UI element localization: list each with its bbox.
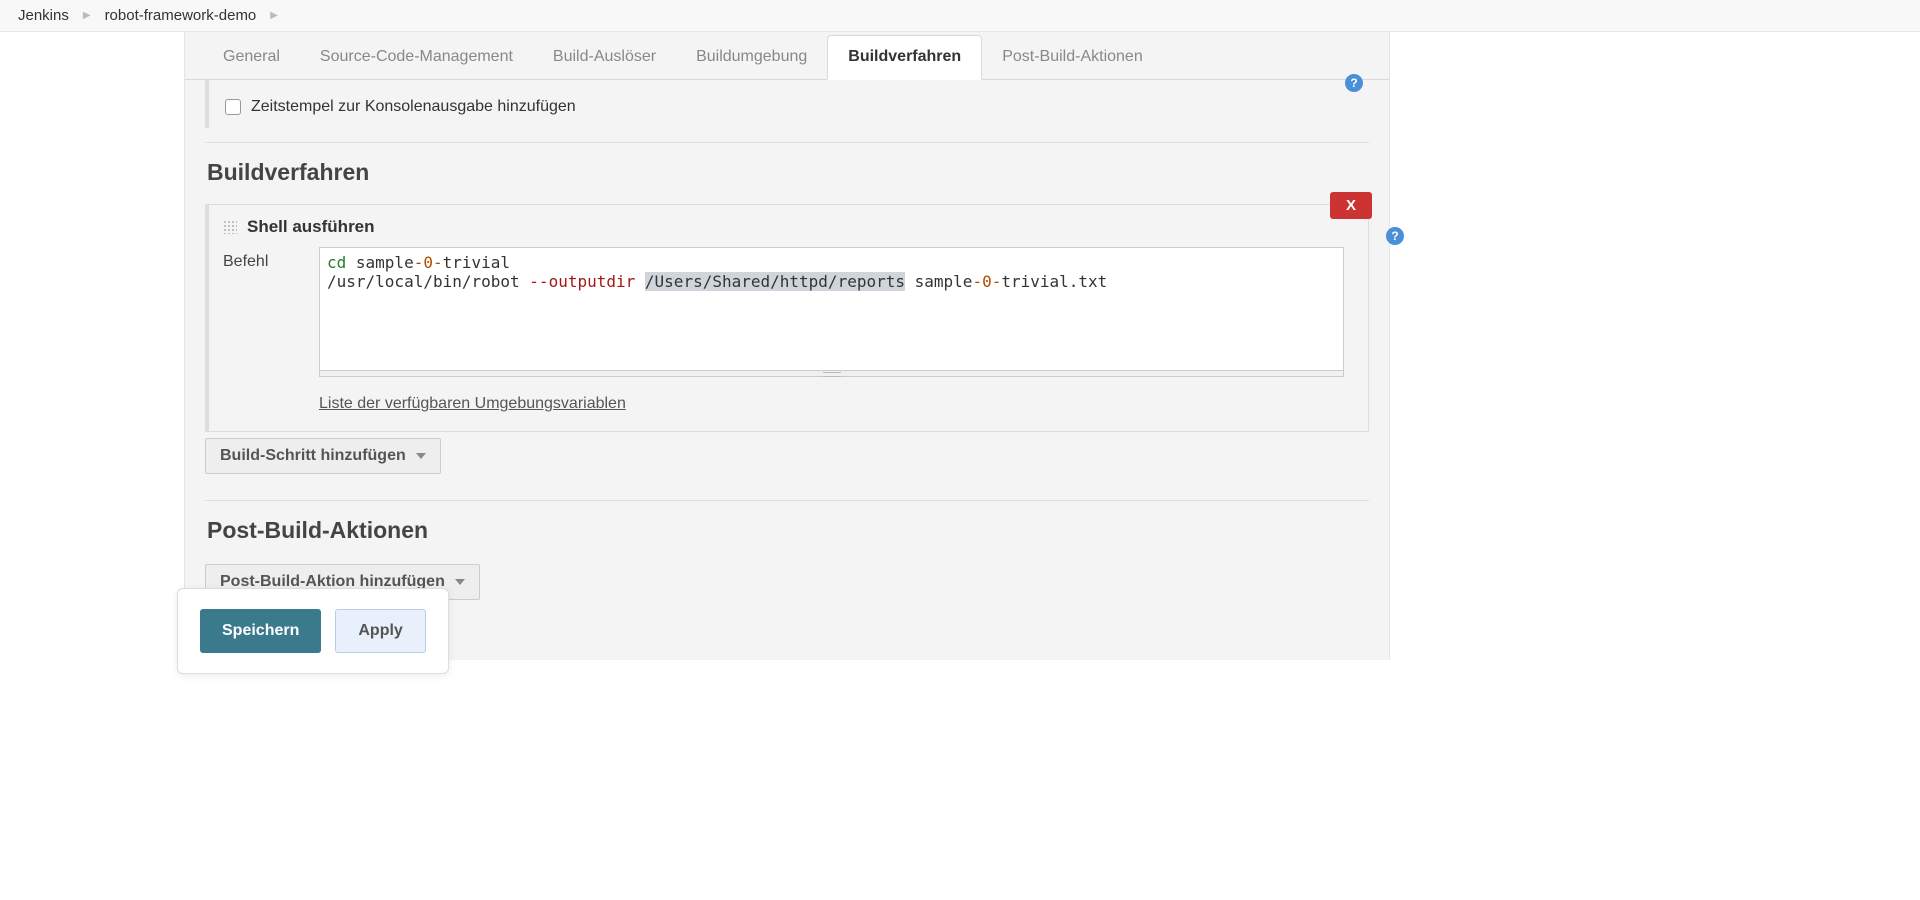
resize-handle[interactable] bbox=[319, 371, 1344, 377]
config-tabs: General Source-Code-Management Build-Aus… bbox=[185, 32, 1389, 80]
build-section-title: Buildverfahren bbox=[207, 159, 1369, 186]
help-icon[interactable]: ? bbox=[1345, 74, 1363, 92]
buildenv-trailing-group: ? Zeitstempel zur Konsolenausgabe hinzuf… bbox=[205, 80, 1369, 128]
drag-handle-icon[interactable] bbox=[223, 220, 237, 234]
tab-general[interactable]: General bbox=[203, 36, 300, 79]
build-step-title: Shell ausführen bbox=[247, 217, 375, 237]
command-label: Befehl bbox=[223, 247, 319, 271]
delete-step-button[interactable]: X bbox=[1330, 192, 1372, 219]
breadcrumb-job[interactable]: robot-framework-demo bbox=[105, 7, 257, 24]
tab-scm[interactable]: Source-Code-Management bbox=[300, 36, 533, 79]
postbuild-section-title: Post-Build-Aktionen bbox=[207, 517, 1369, 544]
selected-text: /Users/Shared/httpd/reports bbox=[645, 272, 905, 291]
add-build-step-label: Build-Schritt hinzufügen bbox=[220, 447, 406, 465]
apply-button[interactable]: Apply bbox=[335, 609, 425, 653]
env-vars-link[interactable]: Liste der verfügbaren Umgebungsvariablen bbox=[319, 395, 626, 413]
help-icon[interactable]: ? bbox=[1386, 227, 1404, 245]
section-divider bbox=[205, 500, 1369, 501]
chevron-right-icon: ▶ bbox=[270, 10, 278, 21]
section-divider bbox=[205, 142, 1369, 143]
tab-buildenv[interactable]: Buildumgebung bbox=[676, 36, 827, 79]
build-step-shell: X ? Shell ausführen Befehl cd sample-0-t… bbox=[205, 204, 1369, 432]
truncated-option bbox=[225, 80, 1353, 84]
chevron-down-icon bbox=[455, 579, 465, 585]
timestamps-checkbox[interactable] bbox=[225, 99, 241, 115]
save-button[interactable]: Speichern bbox=[200, 609, 321, 653]
tab-triggers[interactable]: Build-Auslöser bbox=[533, 36, 676, 79]
add-build-step-button[interactable]: Build-Schritt hinzufügen bbox=[205, 438, 441, 474]
command-textarea[interactable]: cd sample-0-trivial/usr/local/bin/robot … bbox=[319, 247, 1344, 371]
tab-postbuild[interactable]: Post-Build-Aktionen bbox=[982, 36, 1163, 79]
breadcrumb-root[interactable]: Jenkins bbox=[18, 7, 69, 24]
timestamps-label: Zeitstempel zur Konsolenausgabe hinzufüg… bbox=[251, 98, 576, 116]
breadcrumb: Jenkins ▶ robot-framework-demo ▶ bbox=[0, 0, 1920, 32]
chevron-down-icon bbox=[416, 453, 426, 459]
action-bar: Speichern Apply bbox=[177, 588, 449, 674]
chevron-right-icon: ▶ bbox=[83, 10, 91, 21]
tab-build[interactable]: Buildverfahren bbox=[827, 35, 982, 80]
